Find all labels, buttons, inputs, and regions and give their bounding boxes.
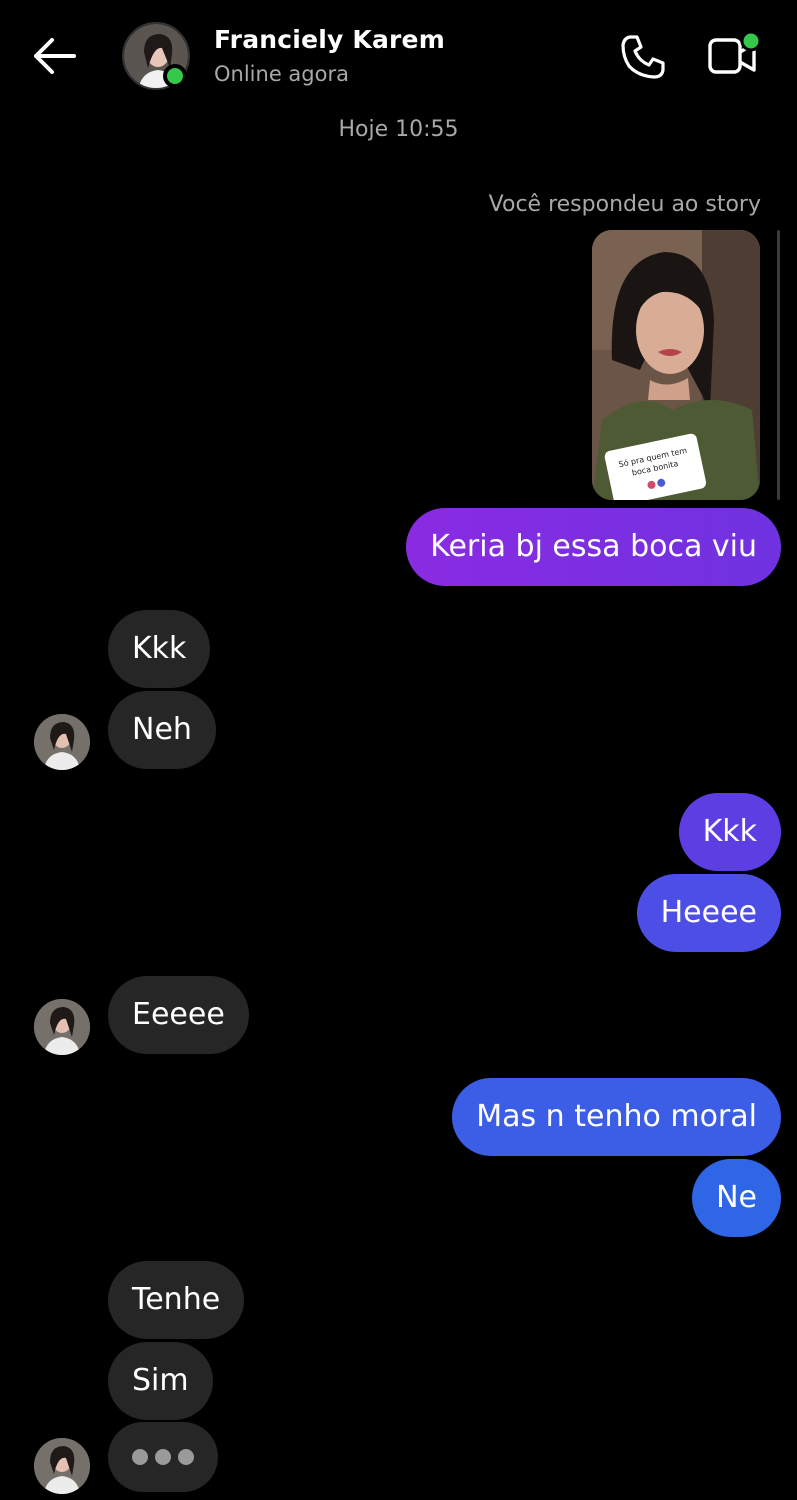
message-outgoing[interactable]: Kkk [678,793,781,871]
story-reply-label: Você respondeu ao story [488,192,761,217]
message-incoming[interactable]: Kkk [108,610,211,688]
phone-icon[interactable] [618,32,668,82]
message-outgoing[interactable]: Ne [692,1159,781,1237]
contact-avatar-small[interactable] [34,999,90,1055]
message-outgoing[interactable]: Keria bj essa boca viu [406,508,781,586]
message-outgoing[interactable]: Mas n tenho moral [452,1078,781,1156]
story-thumbnail[interactable]: Só pra quem tem boca bonita [592,230,760,500]
chat-header: Franciely Karem Online agora [0,0,797,110]
contact-status: Online agora [214,62,349,86]
message-outgoing[interactable]: Heeee [636,874,781,952]
message-incoming[interactable]: Neh [108,691,216,769]
contact-name[interactable]: Franciely Karem [214,25,445,54]
typing-indicator [108,1422,218,1492]
video-camera-icon[interactable] [706,30,764,80]
online-status-dot [163,64,187,88]
message-incoming[interactable]: Sim [108,1342,213,1420]
typing-dot [178,1449,194,1465]
arrow-left-icon[interactable] [28,30,80,82]
typing-dot [132,1449,148,1465]
message-incoming[interactable]: Eeeee [108,976,249,1054]
message-incoming[interactable]: Tenhe [108,1261,245,1339]
story-scroll-indicator [777,230,780,500]
chat-timestamp: Hoje 10:55 [338,117,459,142]
contact-avatar-small[interactable] [34,714,90,770]
typing-dot [155,1449,171,1465]
contact-avatar-small[interactable] [34,1438,90,1494]
